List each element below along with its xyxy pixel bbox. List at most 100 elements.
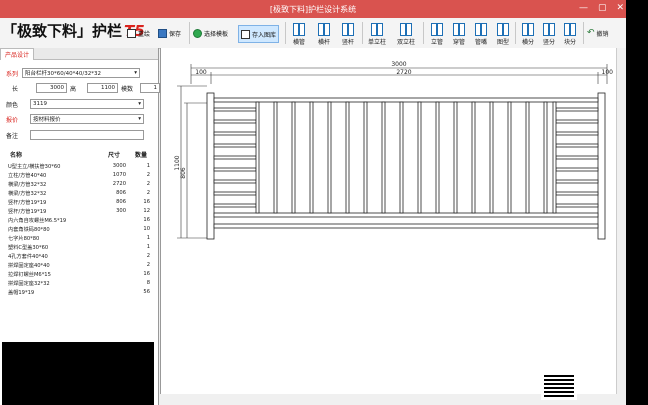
- tool-label: 单立柱: [367, 39, 386, 46]
- panel-tabs: 产品设计: [0, 48, 158, 60]
- toolbar-divider: [583, 22, 584, 44]
- material-row[interactable]: U型主立/横扶管30*60 3000 1: [4, 163, 154, 171]
- horizontal-bar: [213, 131, 257, 136]
- material-row[interactable]: 竖杆/方管19*19 300 12: [4, 208, 154, 216]
- toolbar-divider: [423, 22, 424, 44]
- column-header-name: 名称: [10, 152, 23, 159]
- horizontal-bar: [213, 167, 257, 172]
- report-row: 报价 按材料报价 ▾: [6, 114, 144, 124]
- material-qty: 12: [143, 208, 150, 214]
- save-to-library-button[interactable]: 存入图库: [238, 25, 280, 43]
- grid-input[interactable]: 1: [140, 83, 160, 93]
- material-qty: 16: [143, 271, 150, 277]
- horizontal-bar: [555, 131, 599, 136]
- tool-pipe-nozzle[interactable]: 管嘴: [470, 20, 492, 46]
- material-row[interactable]: 立柱/方管40*40 1070 2: [4, 172, 154, 180]
- barcode-line: [544, 383, 574, 385]
- material-row[interactable]: 七字片80*80 1: [4, 235, 154, 243]
- column-header-size: 尺寸: [108, 152, 121, 159]
- chevron-down-icon: ▾: [138, 101, 141, 107]
- tool-horizontal-bar[interactable]: 横杆: [313, 20, 335, 46]
- material-row[interactable]: 拼焊固定座40*40 2: [4, 262, 154, 270]
- tool-block-split[interactable]: 块分: [559, 20, 581, 46]
- horizontal-bar: [213, 107, 257, 112]
- vertical-scrollbar[interactable]: [616, 48, 626, 394]
- vertical-picket: [417, 101, 422, 214]
- tool-vertical-pipe[interactable]: 立管: [426, 20, 448, 46]
- material-row[interactable]: 竖杆/方管19*19 806 16: [4, 199, 154, 207]
- horizontal-bar: [213, 143, 257, 148]
- tab-product-design[interactable]: 产品设计: [0, 48, 35, 60]
- minimize-icon[interactable]: —: [579, 3, 588, 13]
- undo-label: 撤销: [596, 30, 609, 38]
- tool-label: 横分: [521, 39, 534, 46]
- tool-vertical-bar[interactable]: 竖杆: [337, 20, 359, 46]
- app-logo: 「极致下料」护栏T5: [2, 20, 145, 41]
- note-input[interactable]: [30, 130, 144, 140]
- horizontal-bar: [555, 179, 599, 184]
- tool-single-post[interactable]: 单立柱: [366, 20, 388, 46]
- close-icon[interactable]: ✕: [616, 3, 624, 13]
- material-row[interactable]: 横梁/方管32*32 2720 2: [4, 181, 154, 189]
- horizontal-bar: [555, 155, 599, 160]
- railing-drawing: 3000 2720 100 100 1100 806: [174, 61, 613, 240]
- tool-horizontal-split[interactable]: 横分: [517, 20, 539, 46]
- material-row[interactable]: 内六角自攻螺丝M6.5*19 16: [4, 217, 154, 225]
- chevron-down-icon: ▾: [138, 116, 141, 122]
- horizontal-bar: [213, 191, 257, 196]
- redraw-button[interactable]: 重绘: [127, 25, 150, 41]
- report-value: 按材料报价: [33, 117, 61, 123]
- barcode-line: [544, 391, 574, 393]
- save-button[interactable]: 保存: [158, 25, 181, 41]
- material-name: 内六角自攻螺丝M6.5*19: [8, 218, 67, 224]
- vertical-picket: [273, 101, 278, 214]
- material-row[interactable]: 内套角铁码80*80 10: [4, 226, 154, 234]
- toolbar-divider: [189, 22, 190, 44]
- tool-double-post[interactable]: 双立柱: [395, 20, 417, 46]
- tool-horizontal-pipe[interactable]: 横管: [288, 20, 310, 46]
- material-name: 4孔方套件40*40: [8, 254, 48, 260]
- vertical-picket: [363, 101, 368, 214]
- grid-label: 模数: [121, 85, 134, 93]
- vertical-picket: [507, 101, 512, 214]
- save-to-library-icon: [241, 29, 250, 39]
- save-label: 保存: [169, 30, 182, 38]
- height-label: 高: [70, 85, 77, 93]
- title-bar: [极致下料]护栏设计系统 — ▢ ✕: [0, 0, 626, 18]
- horizontal-bar: [555, 119, 599, 124]
- select-template-button[interactable]: 选择模板: [193, 25, 228, 41]
- length-input[interactable]: 3000: [36, 83, 67, 93]
- horizontal-bar: [555, 203, 599, 208]
- drawing-canvas[interactable]: 3000 2720 100 100 1100 806: [160, 48, 626, 394]
- report-select[interactable]: 按材料报价 ▾: [30, 114, 144, 124]
- barcode-line: [544, 375, 574, 377]
- series-value: 阳台栏杆30*60/40*40/32*32: [25, 71, 101, 77]
- material-row[interactable]: 横梁/方管32*32 806 2: [4, 190, 154, 198]
- height-input[interactable]: 1100: [87, 83, 118, 93]
- tool-pattern[interactable]: 图型: [492, 20, 514, 46]
- top-rail: [213, 97, 599, 103]
- color-select[interactable]: 3119 ▾: [30, 99, 144, 109]
- material-name: 横梁/方管32*32: [8, 182, 47, 188]
- material-row[interactable]: 盖帽19*19 56: [4, 289, 154, 297]
- horizontal-bar: [555, 143, 599, 148]
- material-row[interactable]: 塑料C型盖30*60 1: [4, 244, 154, 252]
- left-offset-label: 100: [195, 69, 207, 76]
- tool-label: 块分: [563, 39, 576, 46]
- series-select[interactable]: 阳台栏杆30*60/40*40/32*32 ▾: [22, 68, 140, 78]
- tool-through-pipe[interactable]: 穿管: [448, 20, 470, 46]
- material-row[interactable]: 4孔方套件40*40 2: [4, 253, 154, 261]
- tool-vertical-split[interactable]: 竖分: [538, 20, 560, 46]
- material-name: 横梁/方管32*32: [8, 191, 47, 197]
- horizontal-bar: [213, 179, 257, 184]
- material-row[interactable]: 拼焊固定座32*32 8: [4, 280, 154, 288]
- tool-label: 穿管: [452, 39, 465, 46]
- material-name: 立柱/方管40*40: [8, 173, 47, 179]
- maximize-icon[interactable]: ▢: [598, 3, 607, 13]
- window-controls: — ▢ ✕: [579, 3, 624, 13]
- material-qty: 56: [143, 289, 150, 295]
- material-row[interactable]: 拉焊钉螺丝M6*15 16: [4, 271, 154, 279]
- note-row: 备注: [6, 130, 144, 140]
- undo-button[interactable]: ↶ 撤销: [587, 25, 609, 41]
- material-qty: 2: [146, 190, 150, 196]
